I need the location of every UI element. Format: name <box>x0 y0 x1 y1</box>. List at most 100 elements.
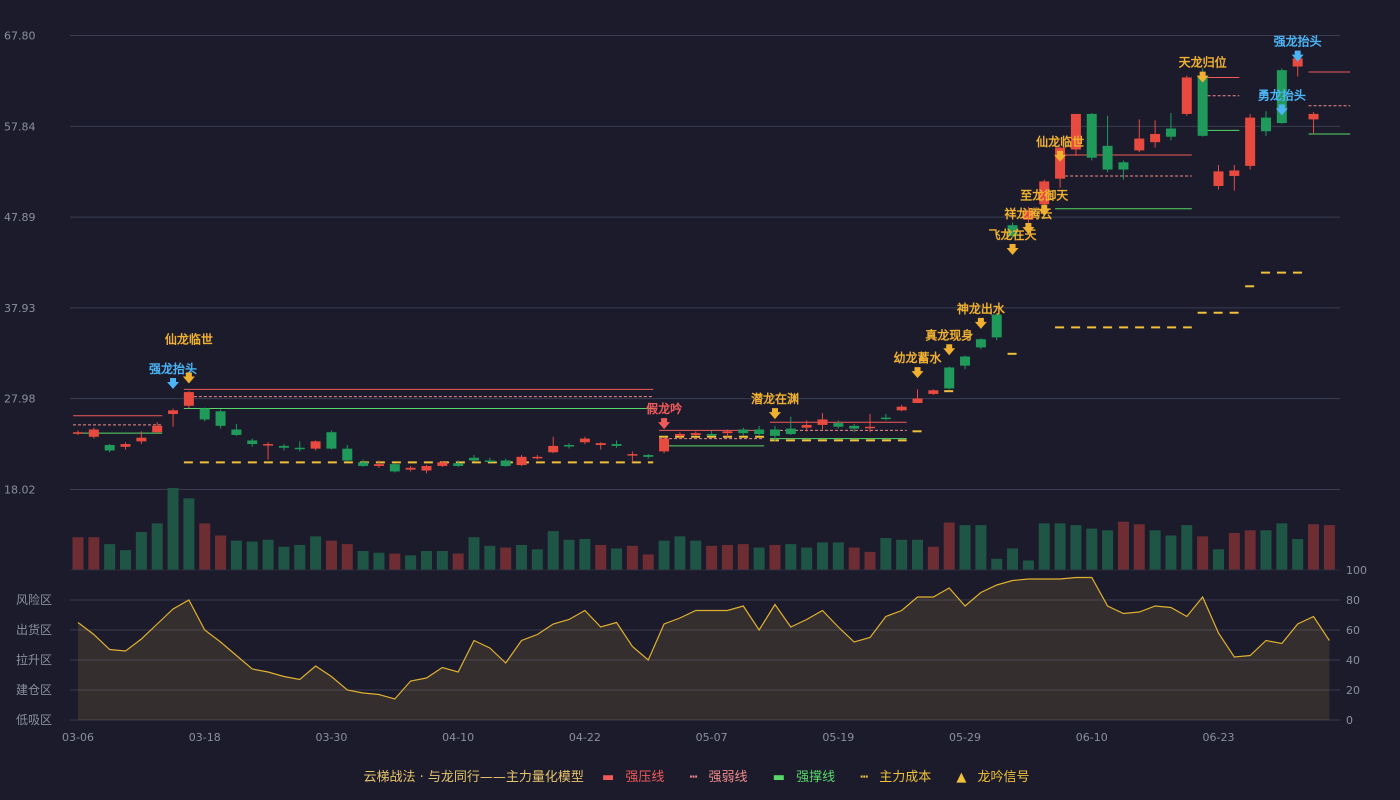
date-tick-label: 06-10 <box>1076 731 1108 744</box>
volume-bar <box>658 540 670 570</box>
volume-bar <box>626 545 638 570</box>
candle-body <box>1181 77 1192 114</box>
candle-body <box>310 441 321 449</box>
volume-bar <box>642 554 654 570</box>
volume-bar <box>912 539 924 570</box>
candle-body <box>611 444 622 446</box>
volume-bar <box>1197 536 1209 570</box>
candle-body <box>912 398 923 404</box>
candle-body <box>1150 133 1161 143</box>
candle-body <box>579 438 590 443</box>
candle-body <box>991 314 1002 338</box>
price-tick-label: 67.80 <box>4 30 36 43</box>
candle-body <box>294 447 305 450</box>
volume-bar <box>880 538 892 570</box>
volume-bar <box>278 546 290 570</box>
legend-cost: ┅ 主力成本 <box>860 770 932 785</box>
signal-label: 幼龙蓄水 <box>894 350 943 365</box>
volume-bar <box>1323 525 1335 570</box>
signal-markers: 强龙抬头仙龙临世假龙吟潜龙在渊幼龙蓄水真龙现身神龙出水飞龙在天祥龙腾云至龙御天仙… <box>149 34 1322 430</box>
volume-bar <box>531 549 543 570</box>
volume-bar <box>436 551 448 570</box>
candle-body <box>326 432 337 449</box>
candle-body <box>564 444 575 447</box>
candle-body <box>263 444 274 446</box>
signal-label: 真龙现身 <box>925 327 973 342</box>
volume-bar <box>230 540 242 570</box>
date-tick-label: 05-19 <box>822 731 854 744</box>
osc-zone-label: 出货区 <box>16 622 52 637</box>
price-tick-label: 47.89 <box>4 211 36 224</box>
osc-zone-label: 建仓区 <box>16 683 52 697</box>
volume-bar <box>452 553 464 570</box>
volume-bar <box>88 537 100 570</box>
candlestick-chart: 67.80 57.84 47.89 37.93 27.98 18.02 强龙抬头仙龙临世假… <box>4 30 1367 745</box>
volume-bar <box>357 551 369 570</box>
candle-body <box>738 429 749 434</box>
date-tick-label: 05-29 <box>949 731 981 744</box>
volume-bar <box>325 540 337 570</box>
candle-body <box>199 408 210 420</box>
price-grid <box>70 35 1340 490</box>
candle-body <box>1086 113 1097 158</box>
price-tick-label: 18.02 <box>4 484 36 497</box>
osc-zone-label: 拉升区 <box>16 652 52 667</box>
volume-bar <box>500 547 512 570</box>
candle-body <box>896 406 907 411</box>
candle-body <box>722 431 733 434</box>
candle-body <box>643 455 654 457</box>
volume-bar <box>991 558 1003 570</box>
volume-bar <box>674 536 686 570</box>
candle-body <box>389 464 400 472</box>
volume-bar <box>1007 548 1019 570</box>
candle-body <box>1134 138 1145 151</box>
candle-body <box>247 440 258 445</box>
candle-body <box>817 419 828 425</box>
volume-bar <box>294 544 306 570</box>
osc-tick-label: 60 <box>1346 624 1360 637</box>
signal-arrow-icon <box>1006 243 1019 255</box>
candle-body <box>453 463 464 466</box>
candle-body <box>484 460 495 462</box>
candle-body <box>421 465 432 471</box>
date-tick-label: 03-30 <box>315 731 347 744</box>
candle-body <box>944 367 955 389</box>
volume-bar <box>737 544 749 570</box>
volume-bar <box>579 538 591 570</box>
volume-bar <box>706 545 718 570</box>
volume-bar <box>341 544 353 570</box>
candle-body <box>548 445 559 453</box>
legend-support: ▬ 强撑线 <box>772 770 836 785</box>
candle-body <box>659 438 670 452</box>
level-lines <box>73 71 1351 464</box>
volume-bar <box>1228 532 1240 570</box>
volume-bar <box>1102 530 1114 570</box>
candle-body <box>342 448 353 461</box>
signal-label: 神龙出水 <box>957 301 1006 316</box>
candle-body <box>516 456 527 466</box>
volume-bar <box>690 540 702 570</box>
volume-bar <box>151 523 163 570</box>
volume-bar <box>721 544 733 570</box>
volume-bar <box>1038 523 1050 570</box>
price-axis: 67.80 57.84 47.89 37.93 27.98 18.02 <box>4 30 36 497</box>
volume-bar <box>785 544 797 570</box>
volume-bar <box>1086 528 1098 570</box>
candle-body <box>532 456 543 459</box>
candle-body <box>706 434 717 436</box>
volume-bar <box>389 553 401 570</box>
signal-arrow-icon <box>768 408 781 420</box>
volume-bar <box>310 536 322 570</box>
legend-weak: ┅ 强弱线 <box>689 770 748 785</box>
price-tick-label: 37.93 <box>4 302 36 315</box>
osc-tick-label: 100 <box>1346 564 1367 577</box>
volume-bar <box>405 555 417 570</box>
volume-bar <box>468 537 480 570</box>
volume-bar <box>848 547 860 570</box>
candle-body <box>674 434 685 436</box>
signal-arrow-icon <box>658 418 671 430</box>
date-tick-label: 04-10 <box>442 731 474 744</box>
volume-bar <box>246 541 258 570</box>
date-tick-label: 05-07 <box>696 731 728 744</box>
volume-bars <box>72 488 1335 570</box>
